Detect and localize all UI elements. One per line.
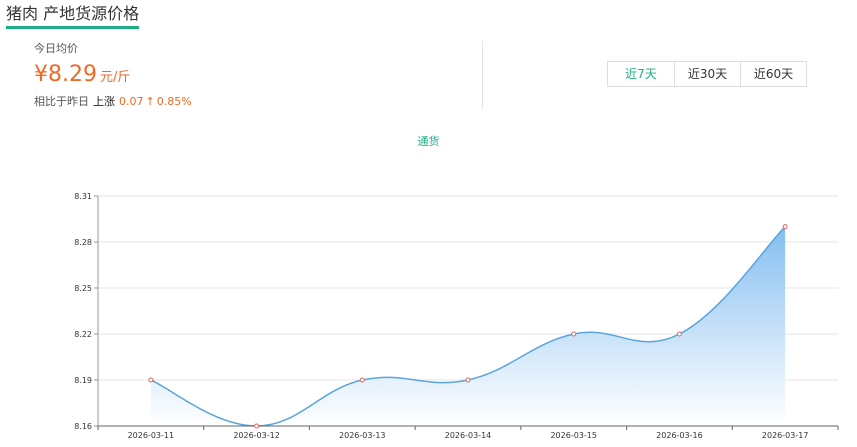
y-tick-label: 8.28 [74,238,92,247]
x-tick-label: 2026-03-16 [656,431,703,440]
x-tick-label: 2026-03-15 [550,431,597,440]
price-chart: 8.16 8.19 8.22 8.25 8.28 8.31 2026-03-11 2026-0… [74,192,839,440]
series-area [150,226,786,426]
y-tick-label: 8.22 [74,330,92,339]
data-point [571,331,577,337]
data-point [782,224,788,230]
x-tick-label: 2026-03-17 [762,431,809,440]
data-point [465,377,471,383]
data-point [676,331,682,337]
x-tick-label: 2026-03-13 [339,431,386,440]
x-tick-label: 2026-03-14 [445,431,492,440]
y-tick-label: 8.19 [74,376,92,385]
y-tick-label: 8.16 [74,422,92,431]
data-point [359,377,365,383]
x-tick-label: 2026-03-11 [128,431,175,440]
y-tick-label: 8.31 [74,192,92,201]
y-tick-label: 8.25 [74,284,92,293]
x-tick-label: 2026-03-12 [233,431,280,440]
data-point [254,423,260,429]
data-point [148,377,154,383]
